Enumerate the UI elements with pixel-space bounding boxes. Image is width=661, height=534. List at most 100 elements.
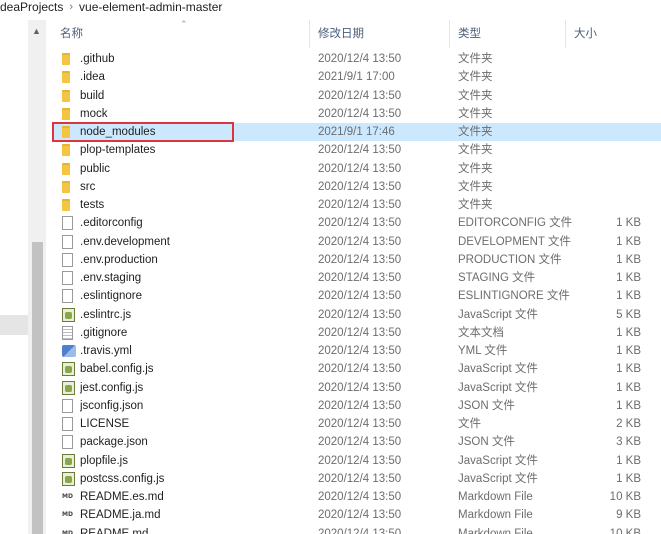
file-row[interactable]: plop-templates 2020/12/4 13:50 文件夹 [52,141,661,159]
column-type-header[interactable]: 类型 [450,20,566,48]
column-header: ⌃ 名称 修改日期 类型 大小 [52,19,661,48]
file-row[interactable]: .travis.yml 2020/12/4 13:50 YML 文件 1 KB [52,342,661,360]
file-type: 文件夹 [458,53,493,65]
navigation-selected-item[interactable] [0,315,28,335]
file-icon [62,214,78,232]
file-type: Markdown File [458,509,533,522]
file-size: 1 KB [616,326,641,339]
file-row[interactable]: MD README.ja.md 2020/12/4 13:50 Markdown Fi… [52,506,661,524]
folder-icon [62,123,78,141]
file-row[interactable]: .idea 2021/9/1 17:00 文件夹 [52,68,661,86]
file-name: mock [80,107,108,120]
file-row-selected[interactable]: node_modules 2021/9/1 17:46 文件夹 [52,122,661,142]
file-size: 1 KB [616,235,641,248]
file-name: .env.development [80,235,170,248]
file-type: JavaScript 文件 [458,363,538,376]
file-size [574,87,641,105]
column-name-header[interactable]: 名称 [52,20,310,48]
file-row[interactable]: babel.config.js 2020/12/4 13:50 JavaScript… [52,360,661,378]
file-row[interactable]: tests 2020/12/4 13:50 文件夹 [52,196,661,214]
yml-file-icon [62,342,78,360]
file-size [574,141,641,159]
file-name: .eslintignore [80,290,143,303]
file-date: 2020/12/4 13:50 [318,363,402,376]
file-date: 2020/12/4 13:50 [318,345,402,357]
file-type: 文件夹 [458,180,493,193]
text-document-icon [62,324,78,342]
file-row[interactable]: .editorconfig 2020/12/4 13:50 EDITORCONFIG… [52,214,661,232]
file-row[interactable]: .eslintrc.js 2020/12/4 13:50 JavaScript 文件… [52,306,661,324]
breadcrumb-item-idea-projects[interactable]: deaProjects [0,0,63,14]
file-row[interactable]: src 2020/12/4 13:50 文件夹 [52,178,661,196]
javascript-file-icon [62,306,78,324]
file-name: .gitignore [80,326,128,339]
file-date: 2020/12/4 13:50 [318,107,402,120]
file-row[interactable]: LICENSE 2020/12/4 13:50 文件 2 KB [52,415,661,433]
file-row[interactable]: .env.production 2020/12/4 13:50 PRODUCTION… [52,251,661,269]
file-name: .github [80,53,115,65]
file-type: 文件夹 [458,199,493,211]
file-row[interactable]: jest.config.js 2020/12/4 13:50 JavaScript … [52,379,661,397]
file-date: 2020/12/4 13:50 [318,180,402,193]
column-date-header[interactable]: 修改日期 [310,20,450,48]
file-size [574,160,641,178]
file-name: public [80,162,111,175]
file-row[interactable]: mock 2020/12/4 13:50 文件夹 [52,105,661,123]
file-size: 10 KB [609,491,641,503]
scrollbar-thumb[interactable] [32,242,43,534]
file-type: ESLINTIGNORE 文件 [458,290,570,303]
file-row[interactable]: MD README.md 2020/12/4 13:50 Markdown File 1… [52,525,661,534]
file-type: STAGING 文件 [458,272,536,284]
chevron-right-icon[interactable]: › [69,1,73,13]
file-size: 1 KB [616,363,641,376]
file-type: JavaScript 文件 [458,308,538,321]
file-row[interactable]: jsconfig.json 2020/12/4 13:50 JSON 文件 1 KB [52,397,661,415]
file-name: tests [80,199,105,211]
file-type: 文本文档 [458,326,504,339]
file-date: 2020/12/4 13:50 [318,454,402,467]
file-row[interactable]: build 2020/12/4 13:50 文件夹 [52,87,661,105]
file-row[interactable]: package.json 2020/12/4 13:50 JSON 文件 3 KB [52,433,661,451]
file-date: 2021/9/1 17:00 [318,71,395,84]
file-name: build [80,89,105,102]
file-name: postcss.config.js [80,472,165,485]
file-type: 文件夹 [458,89,493,102]
file-icon [62,287,78,305]
file-size: 1 KB [616,454,641,467]
file-type: 文件夹 [458,107,493,120]
file-date: 2020/12/4 13:50 [318,472,402,485]
chevron-up-icon[interactable]: ▲ [32,26,41,36]
file-row[interactable]: .github 2020/12/4 13:50 文件夹 [52,50,661,68]
file-date: 2020/12/4 13:50 [318,418,402,430]
file-name: README.md [80,527,149,534]
file-name: node_modules [80,126,156,138]
navigation-scrollbar[interactable]: ▲ [28,20,46,534]
breadcrumb-item-vue-element-admin-master[interactable]: vue-element-admin-master [79,0,222,14]
file-date: 2021/9/1 17:46 [318,126,395,138]
folder-icon [62,178,78,196]
file-icon [62,269,78,287]
file-name: .env.production [80,253,158,266]
markdown-file-icon: MD [62,529,73,534]
file-date: 2020/12/4 13:50 [318,527,402,534]
file-row[interactable]: postcss.config.js 2020/12/4 13:50 JavaScri… [52,470,661,488]
file-row[interactable]: .env.staging 2020/12/4 13:50 STAGING 文件 1 K… [52,269,661,287]
file-type: PRODUCTION 文件 [458,253,562,266]
file-name: package.json [80,436,148,449]
file-row[interactable]: public 2020/12/4 13:50 文件夹 [52,160,661,178]
file-type: 文件夹 [458,126,493,138]
file-row[interactable]: plopfile.js 2020/12/4 13:50 JavaScript 文件 1… [52,452,661,470]
column-size-header[interactable]: 大小 [566,20,661,48]
file-row[interactable]: MD README.es.md 2020/12/4 13:50 Markdown Fi… [52,488,661,506]
file-type: DEVELOPMENT 文件 [458,235,571,248]
folder-icon [62,105,78,123]
file-row[interactable]: .gitignore 2020/12/4 13:50 文本文档 1 KB [52,324,661,342]
file-size: 1 KB [616,217,641,230]
file-row[interactable]: .env.development 2020/12/4 13:50 DEVELOPME… [52,233,661,251]
file-size: 1 KB [616,253,641,266]
file-row[interactable]: .eslintignore 2020/12/4 13:50 ESLINTIGNORE… [52,287,661,305]
file-size [574,178,641,196]
folder-icon [62,68,78,86]
file-date: 2020/12/4 13:50 [318,199,402,211]
file-name: README.ja.md [80,509,161,522]
